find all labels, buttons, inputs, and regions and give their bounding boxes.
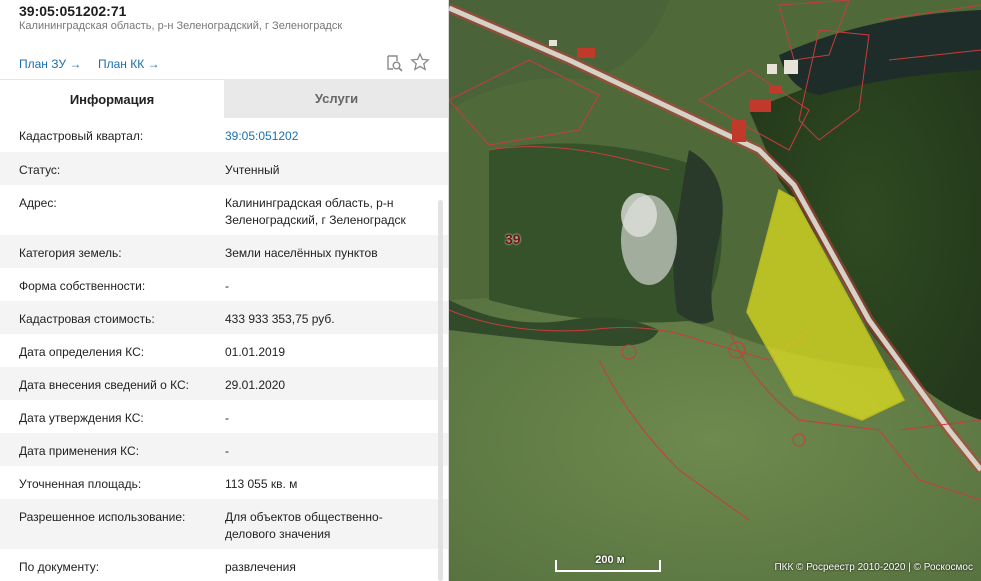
plan-zu-link[interactable]: План ЗУ → bbox=[19, 57, 81, 71]
row-value: - bbox=[225, 279, 229, 293]
row-value: Для объектов общественно-делового значен… bbox=[225, 510, 383, 541]
search-document-icon[interactable] bbox=[384, 53, 404, 73]
info-table: Кадастровый квартал: 39:05:051202 Статус… bbox=[0, 118, 448, 581]
row-value: Учтенный bbox=[225, 163, 280, 177]
cadastral-number-title: 39:05:051202:71 bbox=[19, 3, 127, 19]
row-label: Уточненная площадь: bbox=[19, 477, 142, 491]
row-label: Дата определения КС: bbox=[19, 345, 145, 359]
plan-kk-link[interactable]: План КК → bbox=[98, 57, 160, 71]
cadastral-quarter-link[interactable]: 39:05:051202 bbox=[225, 128, 430, 145]
row-label: Категория земель: bbox=[19, 246, 122, 260]
table-row: Статус: Учтенный bbox=[0, 152, 448, 185]
row-value: - bbox=[225, 444, 229, 458]
row-value: - bbox=[225, 411, 229, 425]
info-panel: 39:05:051202:71 Калининградская область,… bbox=[0, 0, 449, 581]
tab-services[interactable]: Услуги bbox=[224, 79, 448, 118]
satellite-map[interactable]: 39 200 м ПКК © Росреестр 2010-2020 | © Р… bbox=[449, 0, 981, 581]
quarter-number-label: 39 bbox=[505, 231, 521, 247]
table-row: Адрес: Калининградская область, р-н Зеле… bbox=[0, 185, 448, 235]
table-row: Категория земель: Земли населённых пункт… bbox=[0, 235, 448, 268]
row-label: Форма собственности: bbox=[19, 279, 146, 293]
table-row: Дата внесения сведений о КС: 29.01.2020 bbox=[0, 367, 448, 400]
table-row: Дата определения КС: 01.01.2019 bbox=[0, 334, 448, 367]
row-label: Дата утверждения КС: bbox=[19, 411, 144, 425]
row-value: Калининградская область, р-н Зеленоградс… bbox=[225, 196, 406, 227]
row-label: Дата применения КС: bbox=[19, 444, 140, 458]
map-canvas[interactable] bbox=[449, 0, 981, 581]
table-row: Кадастровая стоимость: 433 933 353,75 ру… bbox=[0, 301, 448, 334]
table-row: Дата утверждения КС: - bbox=[0, 400, 448, 433]
table-row: Уточненная площадь: 113 055 кв. м bbox=[0, 466, 448, 499]
map-attribution: ПКК © Росреестр 2010-2020 | © Роскосмос bbox=[774, 562, 973, 573]
cloud bbox=[621, 193, 657, 237]
tab-bar: Информация Услуги bbox=[0, 79, 448, 118]
row-label: Адрес: bbox=[19, 196, 57, 210]
table-row: Форма собственности: - bbox=[0, 268, 448, 301]
row-label: Разрешенное использование: bbox=[19, 510, 186, 524]
table-row: Дата применения КС: - bbox=[0, 433, 448, 466]
star-icon[interactable] bbox=[410, 52, 430, 72]
row-label: Статус: bbox=[19, 163, 61, 177]
tab-information[interactable]: Информация bbox=[0, 79, 224, 118]
panel-scrollbar[interactable] bbox=[438, 200, 443, 581]
row-label: Кадастровый квартал: bbox=[19, 129, 144, 143]
row-value: 29.01.2020 bbox=[225, 378, 286, 392]
map-scale-bar: 200 м bbox=[555, 554, 661, 572]
address-subtitle: Калининградская область, р-н Зеленоградс… bbox=[19, 20, 343, 32]
row-label: Дата внесения сведений о КС: bbox=[19, 378, 189, 392]
row-label: По документу: bbox=[19, 560, 100, 574]
row-value: 113 055 кв. м bbox=[225, 477, 298, 491]
row-value: Земли населённых пунктов bbox=[225, 246, 378, 260]
table-row: Кадастровый квартал: 39:05:051202 bbox=[0, 118, 448, 152]
table-row: По документу: развлечения bbox=[0, 549, 448, 581]
row-value: 01.01.2019 bbox=[225, 345, 286, 359]
row-value: 433 933 353,75 руб. bbox=[225, 312, 335, 326]
row-label: Кадастровая стоимость: bbox=[19, 312, 155, 326]
table-row: Разрешенное использование: Для объектов … bbox=[0, 499, 448, 549]
row-value: развлечения bbox=[225, 560, 296, 574]
scale-label: 200 м bbox=[595, 554, 625, 566]
